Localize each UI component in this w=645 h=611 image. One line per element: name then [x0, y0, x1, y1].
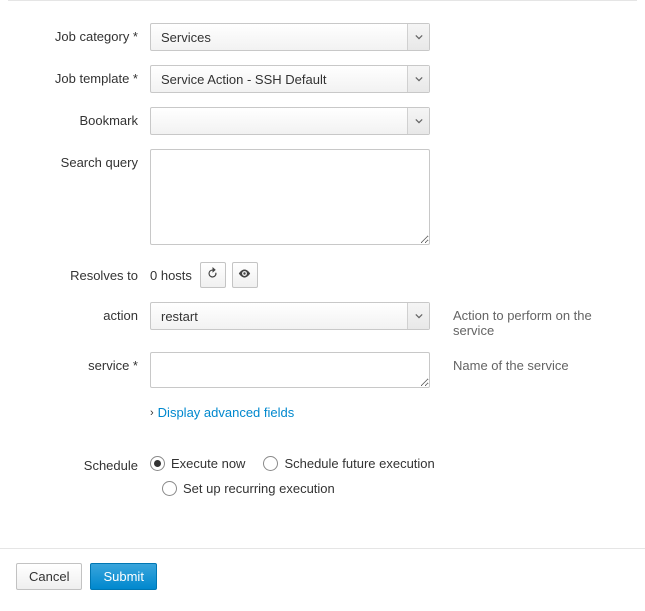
job-category-select[interactable]: Services — [150, 23, 430, 51]
radio-label-recurring: Set up recurring execution — [183, 481, 335, 496]
cancel-button[interactable]: Cancel — [16, 563, 82, 590]
advanced-link-text: Display advanced fields — [158, 405, 295, 420]
row-search-query: Search query — [10, 149, 635, 248]
schedule-recurring-radio[interactable]: Set up recurring execution — [162, 481, 335, 496]
radio-icon — [263, 456, 278, 471]
row-action: action restart Action to perform on the … — [10, 302, 635, 338]
resolves-to-count: 0 hosts — [150, 268, 192, 283]
job-form: Job category * Services Job template * S… — [0, 1, 645, 548]
help-action: Action to perform on the service — [435, 302, 635, 338]
action-select[interactable]: restart — [150, 302, 430, 330]
row-advanced-toggle: › Display advanced fields — [10, 405, 635, 420]
help-service: Name of the service — [435, 352, 635, 373]
row-bookmark: Bookmark — [10, 107, 635, 135]
refresh-button[interactable] — [200, 262, 226, 288]
submit-button[interactable]: Submit — [90, 563, 156, 590]
radio-icon — [150, 456, 165, 471]
chevron-down-icon — [407, 108, 429, 134]
row-job-category: Job category * Services — [10, 23, 635, 51]
chevron-down-icon — [407, 66, 429, 92]
radio-label-future: Schedule future execution — [284, 456, 434, 471]
label-action: action — [10, 302, 150, 323]
label-job-template: Job template * — [10, 65, 150, 86]
preview-button[interactable] — [232, 262, 258, 288]
row-service: service * Name of the service — [10, 352, 635, 391]
bookmark-select[interactable] — [150, 107, 430, 135]
action-value: restart — [151, 309, 407, 324]
chevron-down-icon — [407, 303, 429, 329]
eye-icon — [238, 267, 251, 283]
form-footer: Cancel Submit — [0, 548, 645, 610]
chevron-down-icon — [407, 24, 429, 50]
job-category-value: Services — [151, 30, 407, 45]
refresh-icon — [206, 267, 219, 283]
schedule-future-radio[interactable]: Schedule future execution — [263, 456, 434, 471]
label-schedule: Schedule — [10, 452, 150, 473]
schedule-execute-now-radio[interactable]: Execute now — [150, 456, 245, 471]
label-bookmark: Bookmark — [10, 107, 150, 128]
display-advanced-fields-link[interactable]: › Display advanced fields — [150, 405, 435, 420]
row-job-template: Job template * Service Action - SSH Defa… — [10, 65, 635, 93]
service-input[interactable] — [150, 352, 430, 388]
chevron-right-icon: › — [150, 407, 154, 419]
label-service: service * — [10, 352, 150, 373]
search-query-input[interactable] — [150, 149, 430, 245]
row-schedule: Schedule Execute now Schedule future exe… — [10, 452, 635, 496]
radio-label-now: Execute now — [171, 456, 245, 471]
radio-icon — [162, 481, 177, 496]
label-job-category: Job category * — [10, 23, 150, 44]
label-search-query: Search query — [10, 149, 150, 170]
job-template-value: Service Action - SSH Default — [151, 72, 407, 87]
job-template-select[interactable]: Service Action - SSH Default — [150, 65, 430, 93]
label-resolves-to: Resolves to — [10, 262, 150, 283]
row-resolves-to: Resolves to 0 hosts — [10, 262, 635, 288]
